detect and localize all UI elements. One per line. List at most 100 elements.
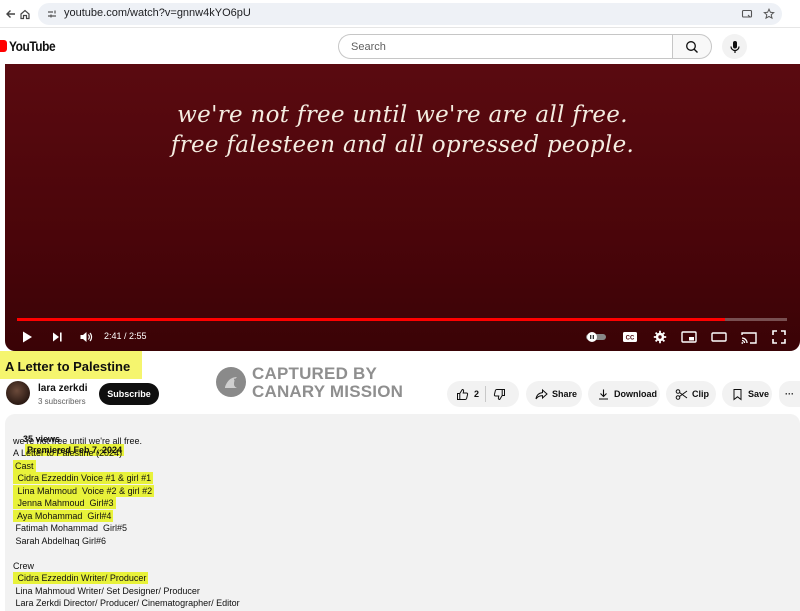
video-title: A Letter to Palestine [5,359,131,374]
voice-search-button[interactable] [722,34,747,59]
captions-icon: CC [623,332,637,342]
description-line: Lina Mahmoud Writer/ Set Designer/ Produ… [13,586,200,597]
watermark-line-2: CANARY MISSION [252,382,404,401]
next-button[interactable] [46,326,68,348]
description-line: A Letter to Palestine (2024) [13,448,122,459]
volume-icon [80,332,93,342]
channel-name[interactable]: lara zerkdi [38,383,87,394]
description-text: we're not free until we're all free. [13,436,142,446]
description-line: Lara Zerkdi Director/ Producer/ Cinemato… [13,598,240,609]
miniplayer-button[interactable] [678,326,700,348]
description-line: Cidra Ezzeddin Voice #1 & girl #1 [13,472,154,484]
description-text: Cidra Ezzeddin Writer/ Producer [13,572,149,584]
description-line: Cast [13,460,36,472]
download-label: Download [614,389,657,399]
description-text: Lina Mahmoud Writer/ Set Designer/ Produ… [13,586,200,596]
browser-toolbar: youtube.com/watch?v=gnnw4kYO6pU [0,0,800,28]
youtube-header: YouTube [0,29,800,63]
clip-button[interactable]: Clip [666,381,716,407]
search-button[interactable] [672,34,712,59]
description-text: Lara Zerkdi Director/ Producer/ Cinemato… [13,598,240,608]
home-icon[interactable] [16,5,34,23]
autoplay-toggle[interactable] [585,326,607,348]
url-text[interactable]: youtube.com/watch?v=gnnw4kYO6pU [64,7,251,19]
description-text: Cidra Ezzeddin Voice #1 & girl #1 [13,472,154,484]
description-text: A Letter to Palestine (2024) [13,448,123,458]
search-box [338,34,672,59]
canary-mission-logo [216,367,246,397]
theater-mode-button[interactable] [708,326,730,348]
progress-bar-played [17,318,726,321]
description-text: Cast [13,460,36,472]
cast-icon [741,331,757,344]
miniplayer-icon [681,331,697,343]
watermark-text: CAPTURED BY CANARY MISSION [252,365,403,401]
video-caption: we're not free until we're are all free.… [5,100,800,160]
play-button[interactable] [16,326,38,348]
youtube-logo-icon [0,40,7,52]
time-separator: / [121,331,130,341]
dislike-icon[interactable] [492,387,506,401]
cast-button[interactable] [738,326,760,348]
description-text: Lina Mahmoud Voice #2 & girl #2 [13,485,155,497]
channel-avatar[interactable] [6,381,30,405]
address-bar[interactable]: youtube.com/watch?v=gnnw4kYO6pU [38,3,782,25]
description-line: Jenna Mahmoud Girl#3 [13,497,116,509]
like-dislike-group: 2 [447,381,519,407]
progress-bar[interactable] [17,318,787,321]
next-icon [53,332,62,342]
autoplay-toggle-icon [586,332,606,342]
caption-line-2: free falesteen and all opressed people. [170,132,635,158]
youtube-logo[interactable]: YouTube [0,38,63,54]
description-line: Sarah Abdelhaq Girl#6 [13,536,107,547]
like-count[interactable]: 2 [474,389,479,399]
settings-gear-icon [653,330,667,344]
description-text: Aya Mohammad Girl#4 [13,510,114,522]
like-divider [485,386,487,402]
share-label: Share [552,389,578,399]
clip-icon [674,387,688,401]
description-line: Cidra Ezzeddin Writer/ Producer [13,572,149,584]
description-text: Sarah Abdelhaq Girl#6 [13,536,107,546]
description-line: Crew [13,561,34,572]
canary-mission-watermark: CAPTURED BY CANARY MISSION [216,365,406,401]
save-button[interactable]: Save [722,381,772,407]
fullscreen-button[interactable] [768,326,790,348]
cast-to-device-icon[interactable] [740,7,754,21]
time-display: 2:41 / 2:55 [104,331,147,341]
download-button[interactable]: Download [588,381,660,407]
theater-icon [711,332,727,342]
caption-line-1: we're not free until we're are all free. [177,102,628,128]
time-total: 2:55 [129,331,147,341]
like-icon[interactable] [455,387,469,401]
download-icon [596,387,610,401]
captions-button[interactable]: CC [619,326,641,348]
bookmark-star-icon[interactable] [762,7,776,21]
subscribe-button[interactable]: Subscribe [99,383,159,405]
description-line: Lina Mahmoud Voice #2 & girl #2 [13,485,155,497]
svg-text:CC: CC [626,336,635,342]
more-actions-button[interactable]: ··· [779,381,800,407]
description-text: Crew [13,561,35,571]
description-line: we're not free until we're all free. [13,436,142,447]
search-input[interactable] [339,35,639,58]
save-icon [730,387,744,401]
description-text: Jenna Mahmoud Girl#3 [13,497,116,509]
play-icon [23,331,32,343]
video-player[interactable]: we're not free until we're are all free.… [5,64,800,351]
site-info-icon[interactable] [45,7,59,21]
description-text: Fatimah Mohammad Girl#5 [13,523,128,533]
fullscreen-icon [772,330,786,344]
subscriber-count: 3 subscribers [38,397,86,406]
description-line: Aya Mohammad Girl#4 [13,510,114,522]
mic-icon [729,40,740,53]
save-label: Save [748,389,770,399]
video-description[interactable]: 35 views Premiered Feb 7, 2024 we're not… [5,414,800,611]
description-line: Fatimah Mohammad Girl#5 [13,523,128,534]
watermark-line-1: CAPTURED BY [252,364,377,383]
settings-button[interactable] [649,326,671,348]
volume-button[interactable] [75,326,97,348]
share-icon [534,387,548,401]
share-button[interactable]: Share [526,381,582,407]
search-icon [686,40,698,53]
